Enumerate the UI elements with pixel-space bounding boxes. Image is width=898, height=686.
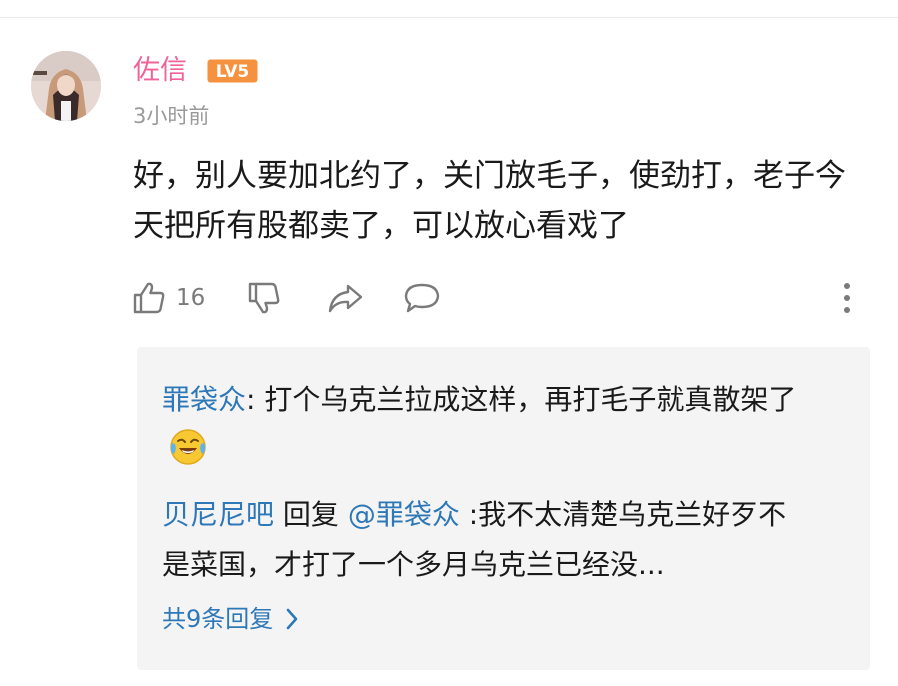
- like-button[interactable]: 16: [131, 278, 205, 318]
- thumbs-up-icon: [133, 282, 165, 314]
- share-icon: [328, 284, 363, 313]
- view-more-replies-link[interactable]: 共9条回复: [162, 601, 299, 637]
- reply-text: 打个乌克兰拉成这样，再打毛子就真散架了: [264, 383, 797, 416]
- reply-separator: :: [246, 383, 265, 416]
- reply-username[interactable]: 罪袋众: [162, 383, 246, 416]
- thumbs-down-icon: [248, 282, 280, 314]
- like-count: 16: [176, 285, 206, 311]
- comment-bubble-icon: [404, 283, 440, 313]
- reply-item: 贝尼尼吧 回复 @罪袋众 :我不太清楚乌克兰好歹不是菜国，才打了一个多月乌克兰已…: [162, 490, 812, 590]
- timestamp: 3小时前: [133, 104, 210, 128]
- comment-text: 好，别人要加北约了，关门放毛子，使劲打，老子今天把所有股都卖了，可以放心看戏了: [133, 158, 846, 244]
- chevron-right-icon: [286, 608, 298, 630]
- avatar-image: [31, 51, 101, 121]
- share-button[interactable]: [326, 278, 364, 318]
- reply-item: 罪袋众: 打个乌克兰拉成这样，再打毛子就真散架了: [162, 375, 812, 475]
- more-vertical-icon: [844, 283, 850, 313]
- level-badge-label: LV5: [216, 62, 249, 82]
- more-button[interactable]: [830, 278, 864, 318]
- username[interactable]: 佐信: [133, 51, 187, 91]
- reply-button[interactable]: [403, 278, 441, 318]
- comment-page: 佐信 LV5 3小时前 好，别人要加北约了，关门放毛子，使劲打，老子今天把所有股…: [0, 0, 898, 686]
- avatar[interactable]: [31, 51, 101, 121]
- top-divider: [0, 17, 898, 18]
- reply-preview-box[interactable]: 罪袋众: 打个乌克兰拉成这样，再打毛子就真散架了 贝尼尼吧 回复 @罪袋众 :我…: [137, 347, 870, 670]
- reply-word: 回复: [274, 498, 348, 531]
- reply-username[interactable]: 贝尼尼吧: [162, 498, 274, 531]
- level-badge-icon: LV5: [207, 59, 258, 83]
- crying-laughing-emoji-icon: [170, 429, 206, 465]
- reply-mention[interactable]: @罪袋众: [348, 498, 460, 531]
- more-replies-label: 共9条回复: [162, 605, 274, 633]
- dislike-button[interactable]: [246, 278, 282, 318]
